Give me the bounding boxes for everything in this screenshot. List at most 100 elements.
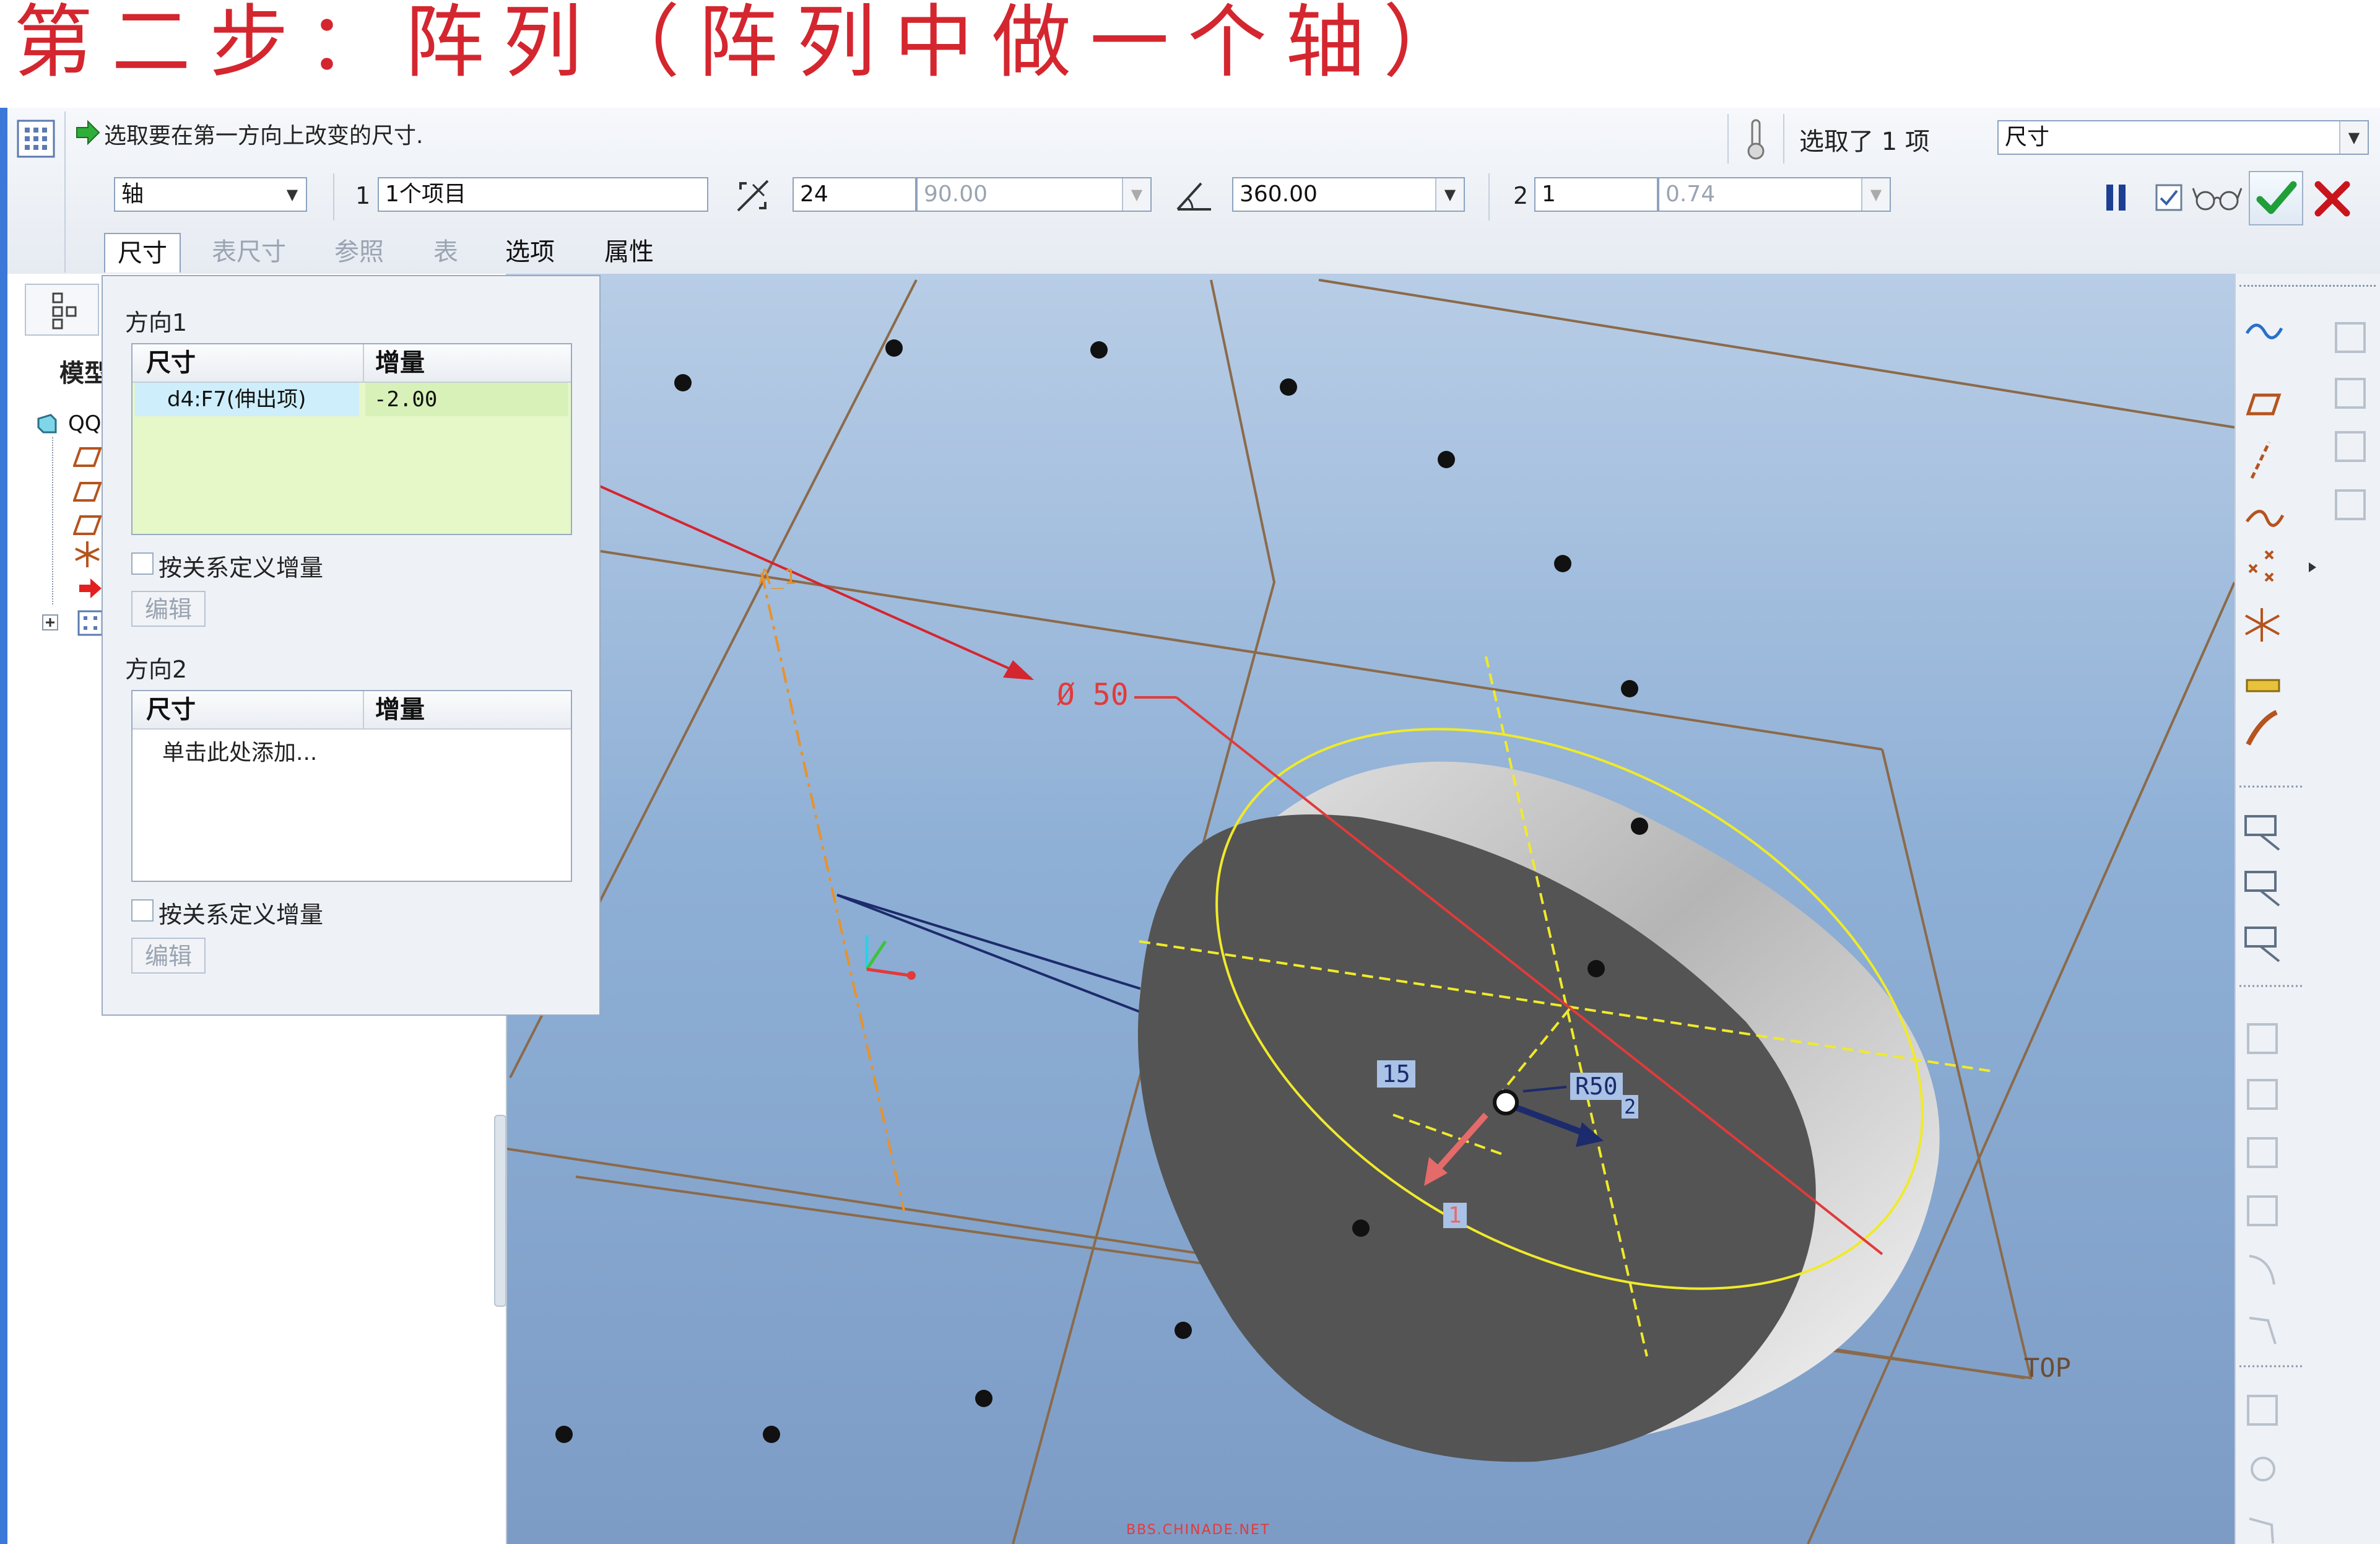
- datum-plane-icon[interactable]: [72, 481, 102, 503]
- angular-count-input[interactable]: 24: [793, 177, 916, 212]
- col-increment-header: 增量: [375, 696, 425, 724]
- tab-references[interactable]: 参照: [322, 233, 396, 271]
- direction1-collector-value: 1个项目: [385, 181, 466, 207]
- pattern-type-value: 轴: [121, 181, 144, 207]
- toolbar-divider: [1783, 114, 1784, 164]
- coordinate-triad: [865, 935, 916, 980]
- row-increment-cell[interactable]: -2.00: [365, 383, 568, 416]
- tab-label: 表尺寸: [212, 238, 286, 266]
- tab-label: 选项: [505, 238, 555, 266]
- direction2-label: 方向2: [125, 656, 188, 683]
- pause-icon[interactable]: [2103, 182, 2130, 213]
- tree-root-label[interactable]: QQ: [68, 411, 102, 436]
- toolbar-divider: [1727, 114, 1729, 164]
- checkmark-icon: [2256, 181, 2297, 214]
- model-tree-tab[interactable]: [25, 284, 99, 336]
- datum-plane-icon[interactable]: [72, 446, 102, 468]
- tab-tables[interactable]: 表: [421, 233, 471, 271]
- relation-increment-checkbox-2[interactable]: [131, 899, 154, 922]
- angular-count-icon: [734, 177, 771, 214]
- pattern-feature-icon: [16, 119, 56, 159]
- cylinder-model: [1137, 656, 1994, 1462]
- tab-label: 表: [433, 238, 458, 266]
- cancel-button[interactable]: [2309, 176, 2355, 222]
- radius-dimension-label[interactable]: R50: [1570, 1073, 1623, 1100]
- insert-here-arrow-icon[interactable]: [77, 576, 104, 601]
- direction2-table[interactable]: 尺寸 增量 单击此处添加...: [131, 690, 572, 882]
- radial-count-input[interactable]: 1: [1534, 177, 1658, 212]
- row-dimension-cell[interactable]: d4:F7(伸出项): [135, 383, 359, 416]
- tab-table-dimensions[interactable]: 表尺寸: [199, 233, 298, 271]
- angular-extent-input[interactable]: 360.00 ▼: [1232, 177, 1465, 212]
- chevron-down-icon[interactable]: ▼: [1861, 178, 1890, 211]
- window-border: [0, 108, 7, 1544]
- angle-dimension-label[interactable]: 15: [1377, 1060, 1415, 1088]
- glasses-icon[interactable]: [2191, 183, 2246, 212]
- tab-properties[interactable]: 属性: [592, 233, 666, 271]
- right-toolbar: [2235, 274, 2380, 1544]
- relation-increment-checkbox[interactable]: [131, 552, 154, 575]
- direction1-collector[interactable]: 1个项目: [378, 177, 708, 212]
- radial-spacing-input[interactable]: 0.74 ▼: [1658, 177, 1891, 212]
- relation-increment-label-2: 按关系定义增量: [159, 901, 324, 928]
- selected-count: 选取了 1 项: [1799, 128, 1930, 156]
- collector-select[interactable]: 尺寸 ▼: [1997, 120, 2369, 155]
- tab-dimensions[interactable]: 尺寸: [104, 233, 181, 273]
- tab-label: 属性: [604, 238, 654, 266]
- table-header: 尺寸 增量: [132, 691, 571, 730]
- watermark: BBS.CHINADE.NET: [1126, 1522, 1270, 1538]
- tab-options[interactable]: 选项: [493, 233, 567, 271]
- toolbar-divider: [64, 111, 66, 273]
- coordinate-system-icon[interactable]: [72, 539, 103, 570]
- expand-icon[interactable]: [41, 613, 59, 632]
- preview-checkbox-icon[interactable]: [2155, 183, 2183, 212]
- axis-label[interactable]: A_1: [758, 565, 796, 590]
- direction2-number: 2: [1513, 182, 1529, 209]
- pattern-count-label[interactable]: 1: [1443, 1203, 1467, 1228]
- model-scene[interactable]: [507, 274, 2235, 1544]
- close-icon: [2314, 181, 2350, 217]
- collector-select-value: 尺寸: [2005, 124, 2050, 150]
- datum-plane-icon[interactable]: [72, 514, 102, 536]
- col-increment-header: 增量: [375, 349, 425, 377]
- angular-count-value: 24: [800, 181, 828, 207]
- col-divider: [363, 344, 364, 382]
- tree-icon: [52, 292, 77, 329]
- add-item-placeholder[interactable]: 单击此处添加...: [162, 735, 317, 767]
- diameter-dimension-label[interactable]: Ø 50: [1057, 678, 1129, 712]
- prompt-arrow-icon: [74, 119, 102, 146]
- radius-subscript-label: 2: [1622, 1095, 1639, 1119]
- radial-spacing-value: 0.74: [1666, 181, 1716, 207]
- table-row[interactable]: d4:F7(伸出项) -2.00: [132, 383, 571, 417]
- tab-label: 参照: [334, 238, 384, 266]
- direction1-table[interactable]: 尺寸 增量 d4:F7(伸出项) -2.00: [131, 343, 572, 535]
- dimensions-panel: 方向1 尺寸 增量 d4:F7(伸出项) -2.00 按关系定义增量 编辑 方向…: [102, 275, 601, 1016]
- direction1-label: 方向1: [125, 309, 188, 336]
- table-header: 尺寸 增量: [132, 344, 571, 383]
- plane-label[interactable]: TOP: [2024, 1353, 2071, 1383]
- graphics-viewport[interactable]: A_1 Ø 50 15 R50 2 1 TOP BBS.CHINADE.NET: [507, 274, 2235, 1544]
- toolbar-divider: [333, 173, 334, 220]
- direction1-number: 1: [355, 182, 371, 209]
- page-heading: 第二步：阵列（阵列中做一个轴）: [14, 0, 1482, 89]
- tab-label: 尺寸: [118, 239, 167, 268]
- angular-increment-value: 90.00: [924, 181, 988, 207]
- angular-increment-input[interactable]: 90.00 ▼: [916, 177, 1152, 212]
- col-dimension-header: 尺寸: [146, 349, 196, 377]
- col-divider: [363, 691, 364, 728]
- tree-connector: [52, 437, 54, 604]
- right-toolbar-icons: [2239, 322, 2366, 1544]
- angular-extent-value: 360.00: [1240, 181, 1318, 207]
- pattern-tree-icon[interactable]: [77, 609, 104, 637]
- chevron-down-icon[interactable]: ▼: [1435, 178, 1464, 211]
- panel-splitter[interactable]: [494, 1115, 506, 1307]
- chevron-down-icon[interactable]: ▼: [279, 178, 306, 211]
- col-dimension-header: 尺寸: [146, 696, 196, 724]
- pattern-type-select[interactable]: 轴 ▼: [114, 177, 307, 212]
- edit-button[interactable]: 编辑: [131, 591, 206, 627]
- chevron-down-icon[interactable]: ▼: [1122, 178, 1150, 211]
- confirm-button[interactable]: [2249, 171, 2303, 225]
- radial-count-value: 1: [1542, 181, 1556, 207]
- chevron-down-icon[interactable]: ▼: [2339, 121, 2368, 154]
- edit-button-2[interactable]: 编辑: [131, 938, 206, 974]
